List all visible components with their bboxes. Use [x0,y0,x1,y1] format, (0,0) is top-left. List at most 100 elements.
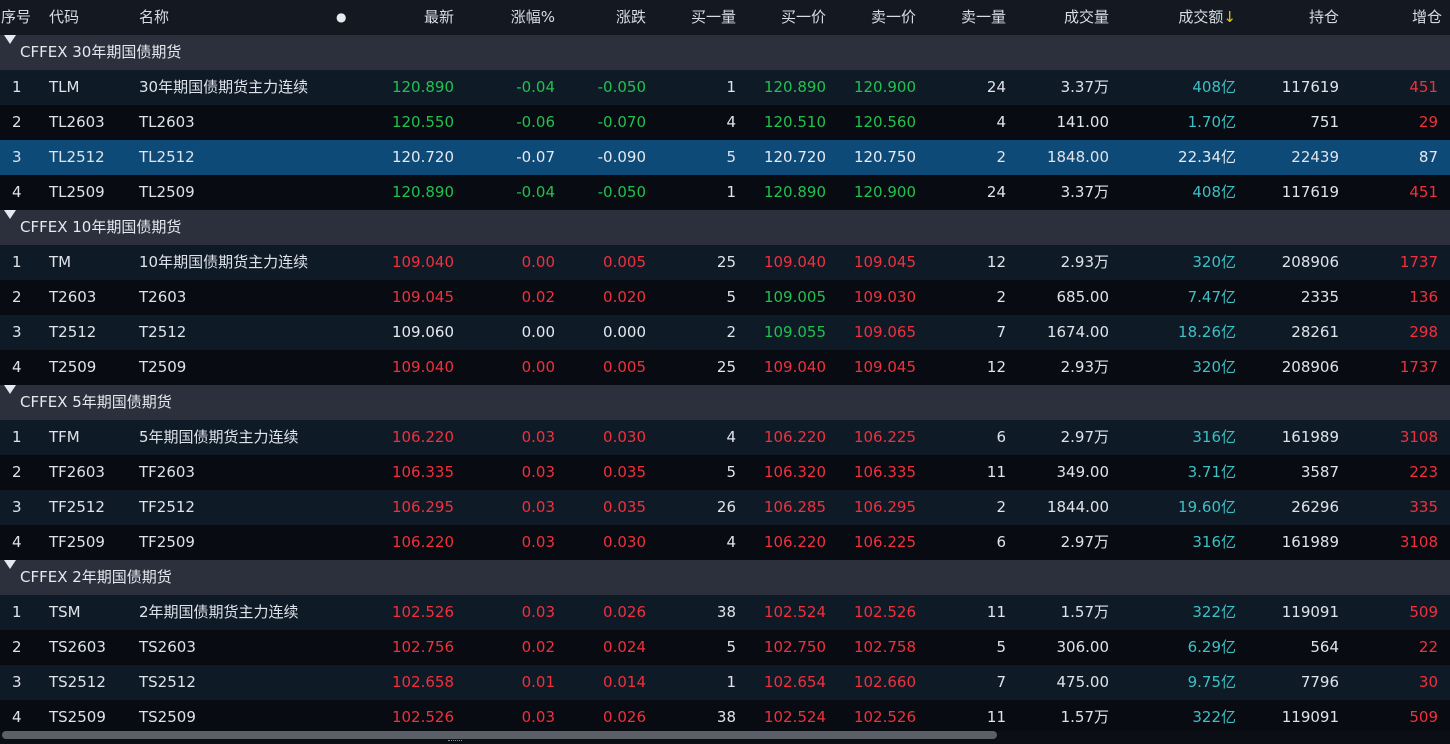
cell-volume: 3.37万 [1060,183,1109,201]
horizontal-scrollbar[interactable] [0,731,1450,744]
cell-code: TL2509 [49,183,105,201]
cell-bid-vol: 38 [716,603,736,621]
cell-seq: 4 [12,708,22,726]
table-row[interactable]: 2 TL2603 TL2603 120.550 -0.06 -0.070 4 120.510 1… [0,105,1450,140]
cell-seq: 1 [12,603,22,621]
col-header-last[interactable]: 最新 [424,0,454,35]
col-header-seq[interactable]: 序号 [1,0,31,35]
cell-ask-vol: 24 [986,183,1006,201]
table-row[interactable]: 3 T2512 T2512 109.060 0.00 0.000 2 109.055 109.0… [0,315,1450,350]
col-header-oi-chg[interactable]: 增仓 [1412,0,1442,35]
cell-chg-pct: -0.06 [516,113,555,131]
cell-code: T2603 [49,288,97,306]
table-row[interactable]: 4 TF2509 TF2509 106.220 0.03 0.030 4 106.220 106… [0,525,1450,560]
cell-chg: 0.024 [603,638,646,656]
col-header-bid[interactable]: 买一价 [781,0,826,35]
cell-code: TS2509 [49,708,106,726]
table-row[interactable]: 1 TM 10年期国债期货主力连续 109.040 0.00 0.005 25 109.040… [0,245,1450,280]
cell-name: TS2603 [139,638,196,656]
cell-turnover: 320亿 [1192,253,1236,271]
table-row[interactable]: 1 TSM 2年期国债期货主力连续 102.526 0.03 0.026 38 102.524… [0,595,1450,630]
cell-chg: 0.035 [603,498,646,516]
cell-volume: 141.00 [1056,113,1110,131]
cell-name: TF2509 [139,533,195,551]
cell-last: 106.295 [391,498,454,516]
col-header-chg[interactable]: 涨跌 [616,0,646,35]
cell-last: 106.335 [391,463,454,481]
col-header-name[interactable]: 名称 [139,0,169,35]
group-header[interactable]: CFFEX 2年期国债期货 [0,560,1450,595]
cell-ask-vol: 2 [996,148,1006,166]
col-header-turnover-label: 成交额 [1178,8,1224,26]
resize-grip-icon[interactable] [448,740,462,743]
cell-turnover: 18.26亿 [1178,323,1236,341]
cell-bid-vol: 1 [726,183,736,201]
cell-ask-vol: 2 [996,288,1006,306]
col-header-code[interactable]: 代码 [49,0,79,35]
cell-chg: 0.026 [603,708,646,726]
table-row[interactable]: 4 TL2509 TL2509 120.890 -0.04 -0.050 1 120.890 1… [0,175,1450,210]
col-header-turnover[interactable]: 成交额↓ [1178,0,1236,35]
col-header-ask[interactable]: 卖一价 [871,0,916,35]
group-header[interactable]: CFFEX 10年期国债期货 [0,210,1450,245]
table-row[interactable]: 2 TS2603 TS2603 102.756 0.02 0.024 5 102.750 102… [0,630,1450,665]
cell-bid: 120.510 [763,113,826,131]
cell-ask: 102.526 [853,603,916,621]
col-header-chg-pct[interactable]: 涨幅% [511,0,555,35]
group-header[interactable]: CFFEX 30年期国债期货 [0,35,1450,70]
table-row[interactable]: 2 TF2603 TF2603 106.335 0.03 0.035 5 106.320 106… [0,455,1450,490]
cell-oi-chg: 29 [1418,113,1438,131]
cell-bid-vol: 1 [726,78,736,96]
col-header-bid-vol[interactable]: 买一量 [691,0,736,35]
cell-ask: 109.045 [853,358,916,376]
cell-turnover: 1.70亿 [1187,113,1236,131]
cell-ask-vol: 2 [996,498,1006,516]
cell-oi: 161989 [1281,428,1339,446]
cell-volume: 2.97万 [1060,428,1109,446]
cell-seq: 3 [12,148,22,166]
cell-chg-pct: 0.02 [521,288,555,306]
cell-ask-vol: 4 [996,113,1006,131]
group-title: CFFEX 30年期国债期货 [20,43,182,61]
col-header-ask-vol[interactable]: 卖一量 [961,0,1006,35]
cell-ask-vol: 12 [986,253,1006,271]
cell-last: 109.040 [391,253,454,271]
cell-bid-vol: 2 [726,323,736,341]
table-row[interactable]: 4 TS2509 TS2509 102.526 0.03 0.026 38 102.524 10… [0,700,1450,735]
cell-volume: 685.00 [1056,288,1110,306]
column-header-row: 序号 代码 名称 ● 最新 涨幅% 涨跌 买一量 买一价 卖一价 卖一量 成交量… [0,0,1450,35]
cell-ask: 106.295 [853,498,916,516]
cell-code: TS2603 [49,638,106,656]
table-row[interactable]: 4 T2509 T2509 109.040 0.00 0.005 25 109.040 109.… [0,350,1450,385]
group-header[interactable]: CFFEX 5年期国债期货 [0,385,1450,420]
cell-ask-vol: 11 [986,603,1006,621]
cell-oi: 751 [1310,113,1339,131]
cell-ask: 102.758 [853,638,916,656]
cell-volume: 1.57万 [1060,603,1109,621]
cell-last: 102.526 [391,603,454,621]
cell-oi-chg: 335 [1409,498,1438,516]
cell-oi-chg: 1737 [1399,358,1438,376]
cell-turnover: 9.75亿 [1187,673,1236,691]
cell-name: 2年期国债期货主力连续 [139,603,299,621]
table-row[interactable]: 1 TLM 30年期国债期货主力连续 120.890 -0.04 -0.050 1 120.8… [0,70,1450,105]
cell-oi: 161989 [1281,533,1339,551]
cell-chg: 0.026 [603,603,646,621]
cell-name: T2512 [139,323,187,341]
table-row[interactable]: 1 TFM 5年期国债期货主力连续 106.220 0.03 0.030 4 106.220 1… [0,420,1450,455]
cell-ask-vol: 12 [986,358,1006,376]
cell-volume: 1674.00 [1046,323,1109,341]
table-row[interactable]: 3 TS2512 TS2512 102.658 0.01 0.014 1 102.654 102… [0,665,1450,700]
cell-bid: 102.750 [763,638,826,656]
cell-turnover: 7.47亿 [1187,288,1236,306]
col-header-volume[interactable]: 成交量 [1064,0,1109,35]
cell-turnover: 408亿 [1192,78,1236,96]
table-row[interactable]: 2 T2603 T2603 109.045 0.02 0.020 5 109.005 109.0… [0,280,1450,315]
table-row[interactable]: 3 TF2512 TF2512 106.295 0.03 0.035 26 106.285 10… [0,490,1450,525]
scrollbar-thumb[interactable] [2,731,997,739]
cell-oi-chg: 22 [1418,638,1438,656]
table-row-selected[interactable]: 3 TL2512 TL2512 120.720 -0.07 -0.090 5 120.720 1… [0,140,1450,175]
col-header-oi[interactable]: 持仓 [1309,0,1339,35]
cell-chg: 0.030 [603,428,646,446]
cell-bid: 109.005 [763,288,826,306]
